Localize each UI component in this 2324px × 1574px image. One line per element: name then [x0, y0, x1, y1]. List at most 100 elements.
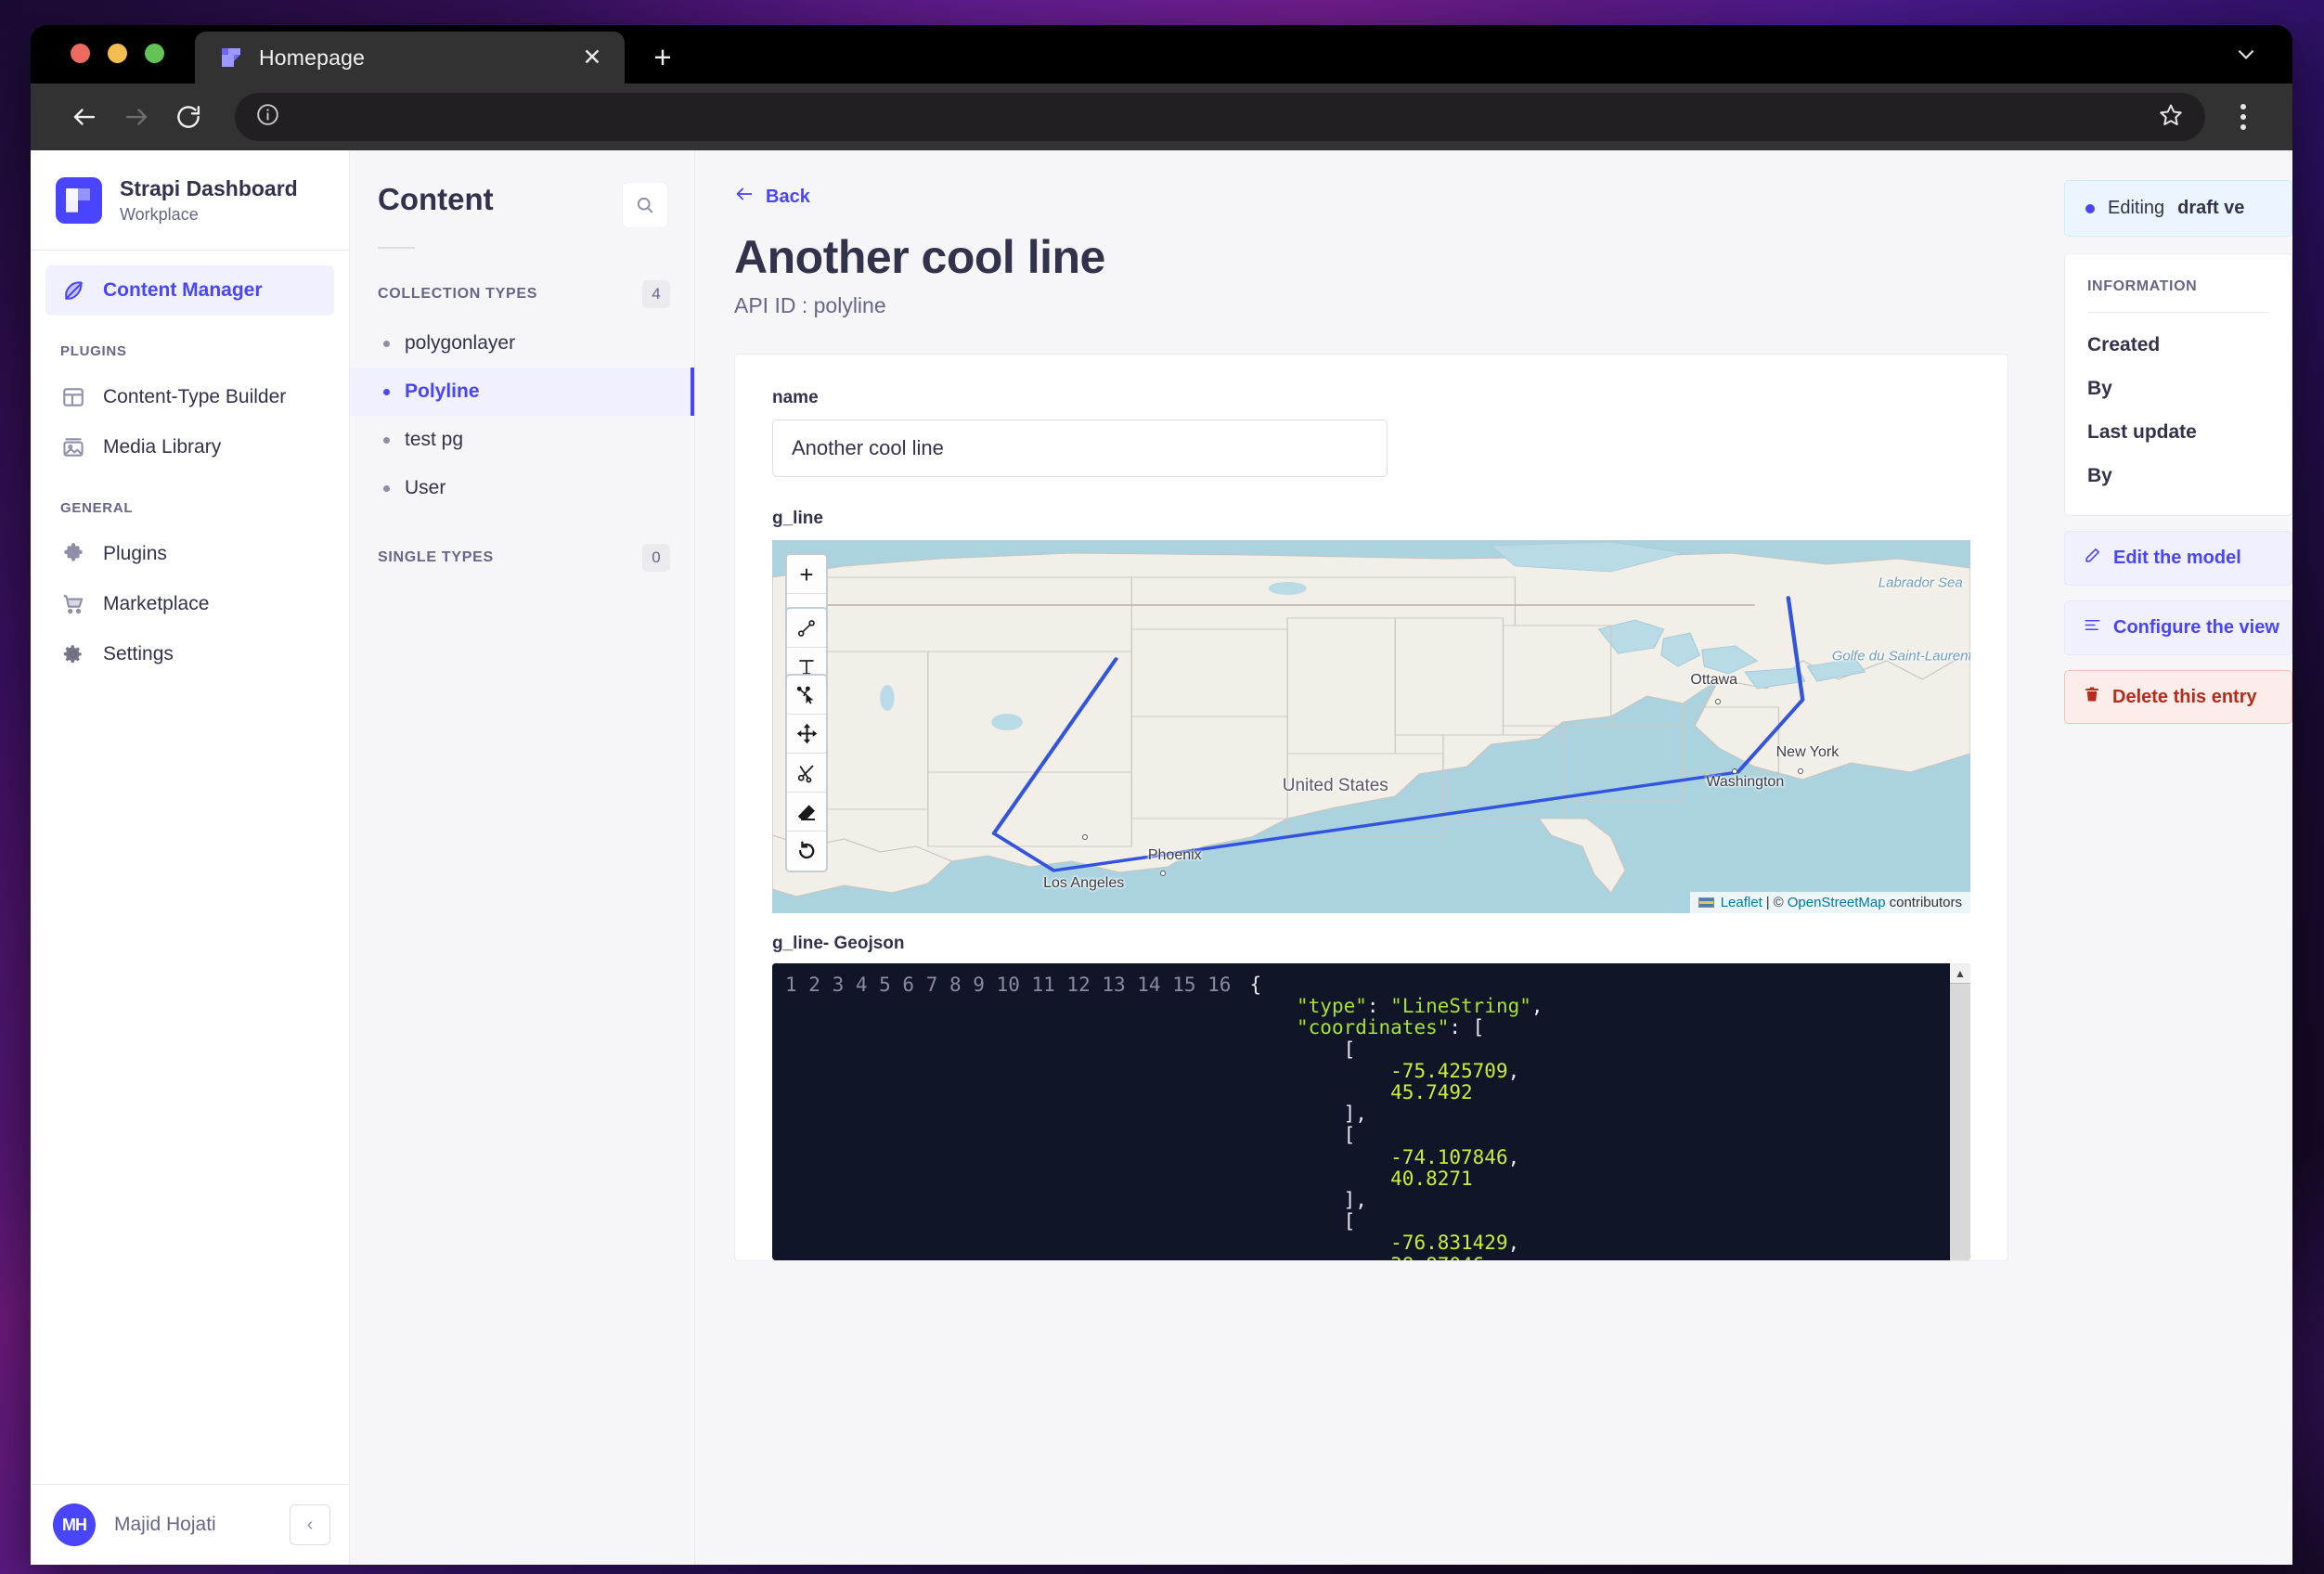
chevron-up-icon[interactable]: ▲	[1950, 963, 1970, 984]
strapi-logo-icon	[219, 45, 243, 70]
attribution-suffix: contributors	[1890, 895, 1962, 910]
list-item-label: User	[405, 477, 445, 499]
sidebar-user-row[interactable]: MH Majid Hojati ‹	[31, 1484, 349, 1565]
edit-the-model-button[interactable]: Edit the model	[2064, 531, 2292, 586]
attribution-copyright: ©	[1774, 895, 1784, 910]
name-field-label: name	[772, 388, 1970, 408]
brand-subtitle: Workplace	[120, 204, 298, 226]
single-types-group-header: SINGLE TYPES 0	[350, 512, 694, 583]
map-edit-control[interactable]	[785, 674, 828, 872]
star-icon[interactable]	[2157, 101, 2185, 134]
sidebar-item-label: Plugins	[103, 543, 167, 565]
eraser-icon[interactable]	[787, 793, 826, 832]
close-icon[interactable]: ✕	[576, 42, 608, 73]
sidebar-item-marketplace[interactable]: Marketplace	[45, 579, 334, 629]
action-label: Configure the view	[2113, 617, 2279, 639]
collection-type-user[interactable]: User	[350, 464, 694, 512]
status-dot-icon	[2085, 204, 2095, 213]
single-types-label: SINGLE TYPES	[378, 549, 494, 566]
g-line-field-label: g_line	[772, 509, 1970, 529]
information-card: INFORMATION Created By Last update By	[2064, 253, 2292, 516]
bullet-icon	[383, 437, 390, 444]
cart-icon	[60, 591, 86, 617]
gear-icon	[60, 641, 86, 667]
chevron-left-icon[interactable]: ‹	[290, 1504, 330, 1545]
brand-header[interactable]: Strapi Dashboard Workplace	[31, 150, 349, 251]
collection-type-polygonlayer[interactable]: polygonlayer	[350, 319, 694, 368]
info-row-created: Created	[2087, 334, 2269, 356]
maximize-window-button[interactable]	[145, 44, 164, 63]
info-row-updated-by: By	[2087, 465, 2269, 487]
list-item-label: test pg	[405, 429, 463, 451]
action-label: Edit the model	[2113, 548, 2241, 569]
app-sidebar: Strapi Dashboard Workplace Content Manag…	[31, 150, 350, 1565]
information-heading: INFORMATION	[2087, 278, 2269, 313]
sidebar-item-plugins[interactable]: Plugins	[45, 529, 334, 579]
cut-scissors-icon[interactable]	[787, 754, 826, 793]
leaflet-map[interactable]: Ottawa New York Washington Phoenix Los A…	[772, 540, 1970, 913]
arrow-left-icon[interactable]	[58, 91, 110, 143]
user-name: Majid Hojati	[114, 1514, 271, 1536]
draw-line-icon[interactable]	[787, 609, 826, 648]
avatar: MH	[53, 1503, 96, 1546]
action-label: Delete this entry	[2112, 687, 2257, 708]
info-circle-icon[interactable]	[255, 102, 280, 132]
browser-tab-title: Homepage	[259, 45, 576, 71]
address-bar[interactable]	[235, 93, 2205, 141]
sidebar-item-label: Settings	[103, 643, 174, 665]
arrow-right-icon	[110, 91, 162, 143]
pencil-icon	[2084, 547, 2101, 570]
back-link[interactable]: Back	[734, 184, 810, 210]
sidebar-item-content-type-builder[interactable]: Content-Type Builder	[45, 372, 334, 422]
status-badge: Editing draft ve	[2064, 180, 2292, 237]
attribution-separator: |	[1766, 895, 1770, 910]
bullet-icon	[383, 389, 390, 395]
name-input[interactable]: Another cool line	[772, 419, 1388, 477]
sidebar-item-label: Content-Type Builder	[103, 386, 286, 408]
kebab-menu-icon[interactable]	[2218, 92, 2268, 142]
arrow-left-icon	[734, 184, 755, 210]
info-row-last-update: Last update	[2087, 421, 2269, 444]
browser-tab[interactable]: Homepage ✕	[195, 32, 625, 84]
edit-vertex-icon[interactable]	[787, 676, 826, 715]
search-icon[interactable]	[622, 182, 668, 228]
main-content: Back Another cool line API ID : polyline…	[695, 150, 2292, 1565]
bullet-icon	[383, 485, 390, 492]
sidebar-item-label: Marketplace	[103, 593, 209, 615]
chevron-down-icon[interactable]	[2224, 32, 2268, 76]
collection-types-count: 4	[642, 280, 670, 308]
plus-icon[interactable]: +	[639, 33, 686, 80]
collection-type-test-pg[interactable]: test pg	[350, 416, 694, 464]
app-viewport: Strapi Dashboard Workplace Content Manag…	[31, 150, 2292, 1565]
plus-icon[interactable]: +	[787, 555, 826, 594]
sidebar-item-media-library[interactable]: Media Library	[45, 422, 334, 472]
map-attribution[interactable]: Leaflet | © OpenStreetMap contributors	[1690, 892, 1970, 913]
collection-types-label: COLLECTION TYPES	[378, 286, 537, 303]
content-types-panel: Content COLLECTION TYPES 4 polygonlayer …	[350, 150, 695, 1565]
single-types-count: 0	[642, 544, 670, 572]
geojson-code-editor[interactable]: 1 2 3 4 5 6 7 8 9 10 11 12 13 14 15 16 {…	[772, 963, 1970, 1260]
window-traffic-lights	[31, 44, 164, 84]
drag-move-icon[interactable]	[787, 715, 826, 754]
openstreetmap-link[interactable]: OpenStreetMap	[1788, 895, 1886, 910]
minimize-window-button[interactable]	[108, 44, 127, 63]
close-window-button[interactable]	[71, 44, 90, 63]
page-title: Another cool line	[734, 230, 2008, 284]
entry-form-card: name Another cool line g_line	[734, 354, 2008, 1261]
code-scrollbar[interactable]: ▲	[1950, 963, 1970, 1260]
collection-type-polyline[interactable]: Polyline	[350, 368, 694, 416]
code-content[interactable]: { "type": "LineString", "coordinates": […	[1242, 963, 1970, 1260]
panel-title: Content	[378, 182, 494, 217]
reload-icon[interactable]	[162, 91, 214, 143]
sidebar-item-content-manager[interactable]: Content Manager	[45, 265, 334, 316]
rotate-undo-icon[interactable]	[787, 832, 826, 871]
sidebar-item-label: Media Library	[103, 436, 221, 458]
configure-the-view-button[interactable]: Configure the view	[2064, 600, 2292, 655]
sliders-icon	[2084, 616, 2101, 639]
sidebar-section-general-title: GENERAL	[31, 472, 349, 529]
leaflet-link[interactable]: Leaflet	[1721, 895, 1762, 910]
puzzle-icon	[60, 541, 86, 567]
info-row-created-by: By	[2087, 378, 2269, 400]
delete-this-entry-button[interactable]: Delete this entry	[2064, 670, 2292, 724]
sidebar-item-settings[interactable]: Settings	[45, 629, 334, 679]
